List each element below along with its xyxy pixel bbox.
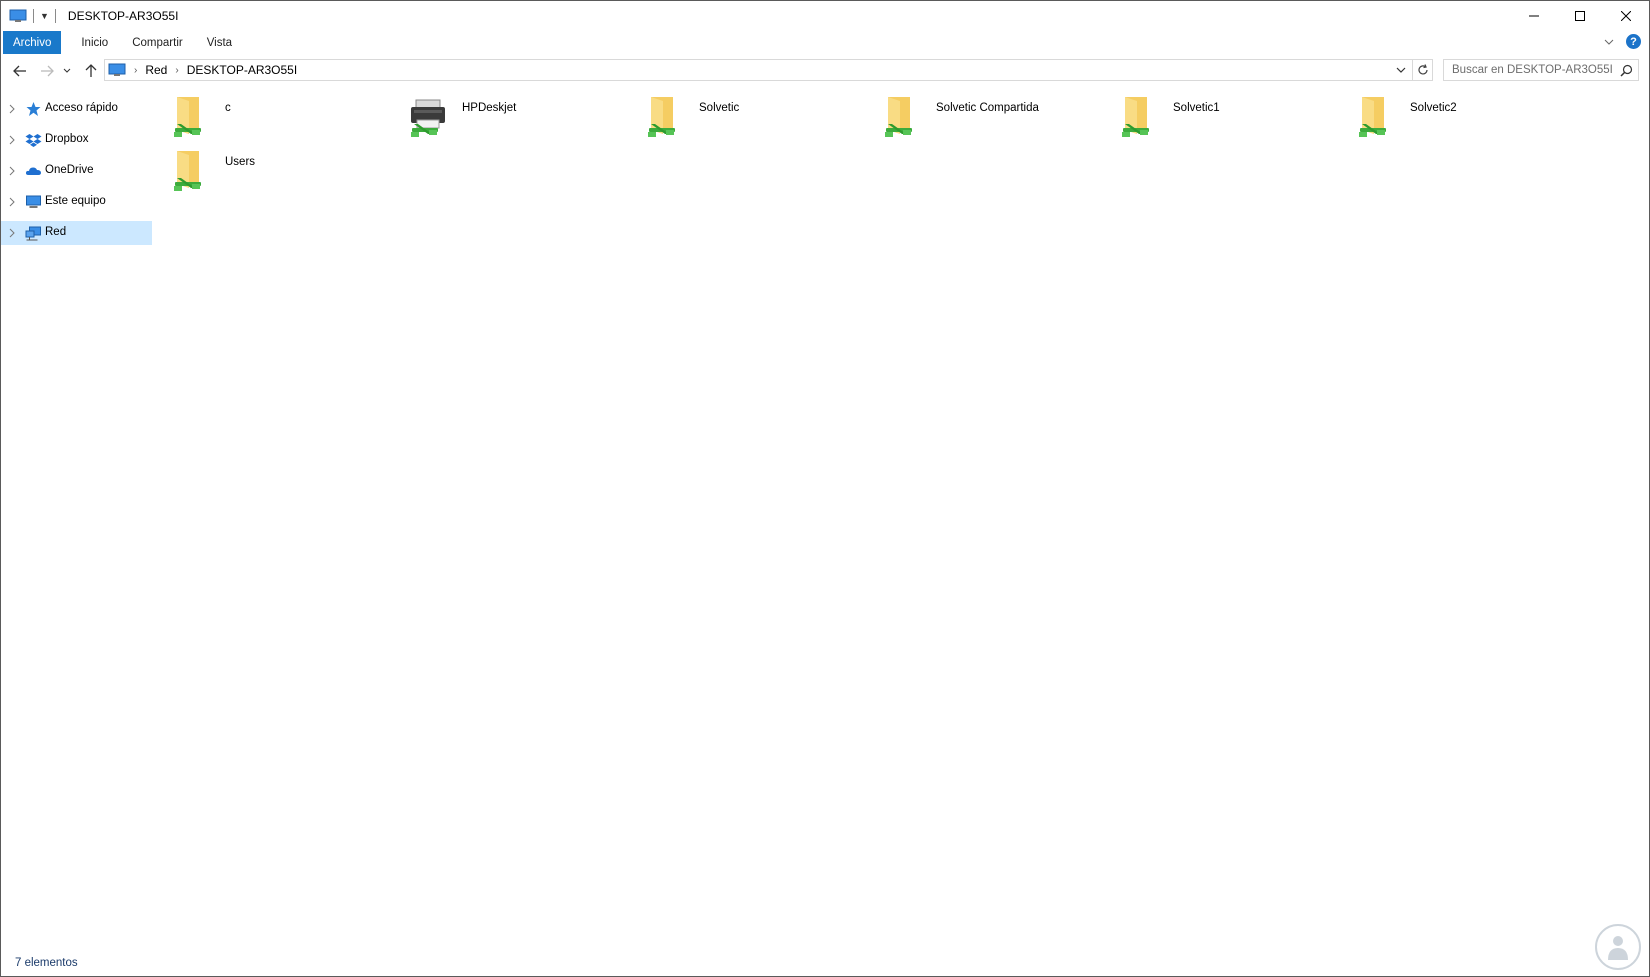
nav-item-label: Red xyxy=(45,226,67,238)
nav-item-label: OneDrive xyxy=(45,164,94,176)
breadcrumb-separator[interactable]: › xyxy=(175,65,178,76)
status-item-count: 7 elementos xyxy=(15,957,78,969)
expand-chevron-icon[interactable] xyxy=(9,228,15,238)
nav-item-red[interactable]: Red xyxy=(1,221,152,245)
expand-chevron-icon[interactable] xyxy=(9,166,15,176)
title-bar: ▼ DESKTOP-AR3O55I xyxy=(1,1,1649,31)
network-printer-icon xyxy=(411,99,445,137)
dropbox-icon xyxy=(25,134,42,147)
search-box[interactable] xyxy=(1443,59,1639,81)
share-tile-solvetic2[interactable]: Solvetic2 xyxy=(1352,92,1592,142)
expand-chevron-icon[interactable] xyxy=(9,197,15,207)
expand-chevron-icon[interactable] xyxy=(9,135,15,145)
nav-item-label: Acceso rápido xyxy=(45,102,118,114)
network-share-folder-icon xyxy=(1122,97,1149,137)
file-view: c HPDeskjet Solvetic Solvetic Compartida… xyxy=(167,92,1649,912)
share-tile-solvetic[interactable]: Solvetic xyxy=(641,92,881,142)
share-tile-solvetic1[interactable]: Solvetic1 xyxy=(1115,92,1355,142)
address-history-chevron-icon[interactable] xyxy=(1396,63,1406,77)
maximize-icon xyxy=(1575,11,1585,21)
maximize-button[interactable] xyxy=(1557,1,1603,31)
expand-chevron-icon[interactable] xyxy=(9,104,15,114)
share-label: c xyxy=(225,102,231,114)
share-label: Solvetic Compartida xyxy=(936,102,1039,114)
computer-icon xyxy=(26,195,41,208)
toolbar-divider xyxy=(33,9,34,23)
share-label: Solvetic2 xyxy=(1410,102,1457,114)
network-share-folder-icon xyxy=(885,97,912,137)
explorer-window: ▼ DESKTOP-AR3O55I Archivo Inicio Compart… xyxy=(0,0,1650,977)
network-share-folder-icon xyxy=(1359,97,1386,137)
share-tile-users[interactable]: Users xyxy=(167,146,407,196)
refresh-button[interactable] xyxy=(1412,60,1432,80)
network-computer-icon xyxy=(108,63,126,76)
minimize-button[interactable] xyxy=(1511,1,1557,31)
printer-label: HPDeskjet xyxy=(462,102,517,114)
help-icon[interactable]: ? xyxy=(1626,34,1641,49)
recent-locations-button[interactable] xyxy=(61,61,73,81)
arrow-right-icon xyxy=(41,65,54,77)
close-icon xyxy=(1621,11,1631,21)
navigation-pane: Acceso rápido Dropbox OneDrive Este equi… xyxy=(1,97,153,252)
toolbar-divider xyxy=(54,9,56,23)
up-button[interactable] xyxy=(81,61,101,81)
network-icon xyxy=(25,226,41,241)
customize-toolbar-dropdown-icon[interactable]: ▼ xyxy=(40,11,49,21)
expand-ribbon-icon[interactable] xyxy=(1604,38,1614,46)
chevron-down-icon xyxy=(63,68,71,73)
breadcrumb-red[interactable]: Red xyxy=(145,63,167,77)
breadcrumb-separator[interactable]: › xyxy=(134,65,137,76)
share-label: Solvetic xyxy=(699,102,740,114)
watermark-logo xyxy=(1595,924,1641,970)
nav-item-label: Este equipo xyxy=(45,195,106,207)
minimize-icon xyxy=(1529,15,1539,17)
network-share-folder-icon xyxy=(174,97,201,137)
nav-item-acceso-rapido[interactable]: Acceso rápido xyxy=(1,97,153,121)
address-row: › Red › DESKTOP-AR3O55I xyxy=(1,57,1649,84)
nav-item-label: Dropbox xyxy=(45,133,89,145)
ribbon-tabs: Archivo Inicio Compartir Vista ? xyxy=(1,31,1649,54)
close-button[interactable] xyxy=(1603,1,1649,31)
nav-item-dropbox[interactable]: Dropbox xyxy=(1,128,153,152)
share-tile-solvetic-compartida[interactable]: Solvetic Compartida xyxy=(878,92,1118,142)
window-title: DESKTOP-AR3O55I xyxy=(67,9,179,23)
arrow-up-icon xyxy=(85,64,97,77)
tab-compartir[interactable]: Compartir xyxy=(120,31,194,54)
search-icon[interactable] xyxy=(1620,64,1633,77)
forward-button[interactable] xyxy=(37,61,57,81)
refresh-icon xyxy=(1417,64,1428,75)
quick-access-toolbar: ▼ xyxy=(9,9,62,23)
share-label: Solvetic1 xyxy=(1173,102,1220,114)
network-share-folder-icon xyxy=(648,97,675,137)
nav-item-este-equipo[interactable]: Este equipo xyxy=(1,190,153,214)
cloud-icon xyxy=(25,167,41,175)
tab-archivo[interactable]: Archivo xyxy=(3,31,62,54)
share-tile-c[interactable]: c xyxy=(167,92,407,142)
address-bar[interactable]: › Red › DESKTOP-AR3O55I xyxy=(104,59,1433,81)
computer-icon xyxy=(9,9,27,22)
nav-item-onedrive[interactable]: OneDrive xyxy=(1,159,153,183)
tab-vista[interactable]: Vista xyxy=(195,31,244,54)
search-input[interactable] xyxy=(1452,64,1612,76)
star-icon xyxy=(26,102,41,116)
person-logo-icon xyxy=(1608,936,1628,960)
share-label: Users xyxy=(225,156,256,168)
back-button[interactable] xyxy=(10,61,30,81)
network-share-folder-icon xyxy=(174,151,201,191)
tab-inicio[interactable]: Inicio xyxy=(69,31,120,54)
printer-tile-hpdeskjet[interactable]: HPDeskjet xyxy=(404,92,644,142)
breadcrumb-desktop[interactable]: DESKTOP-AR3O55I xyxy=(187,63,297,77)
arrow-left-icon xyxy=(13,65,26,77)
